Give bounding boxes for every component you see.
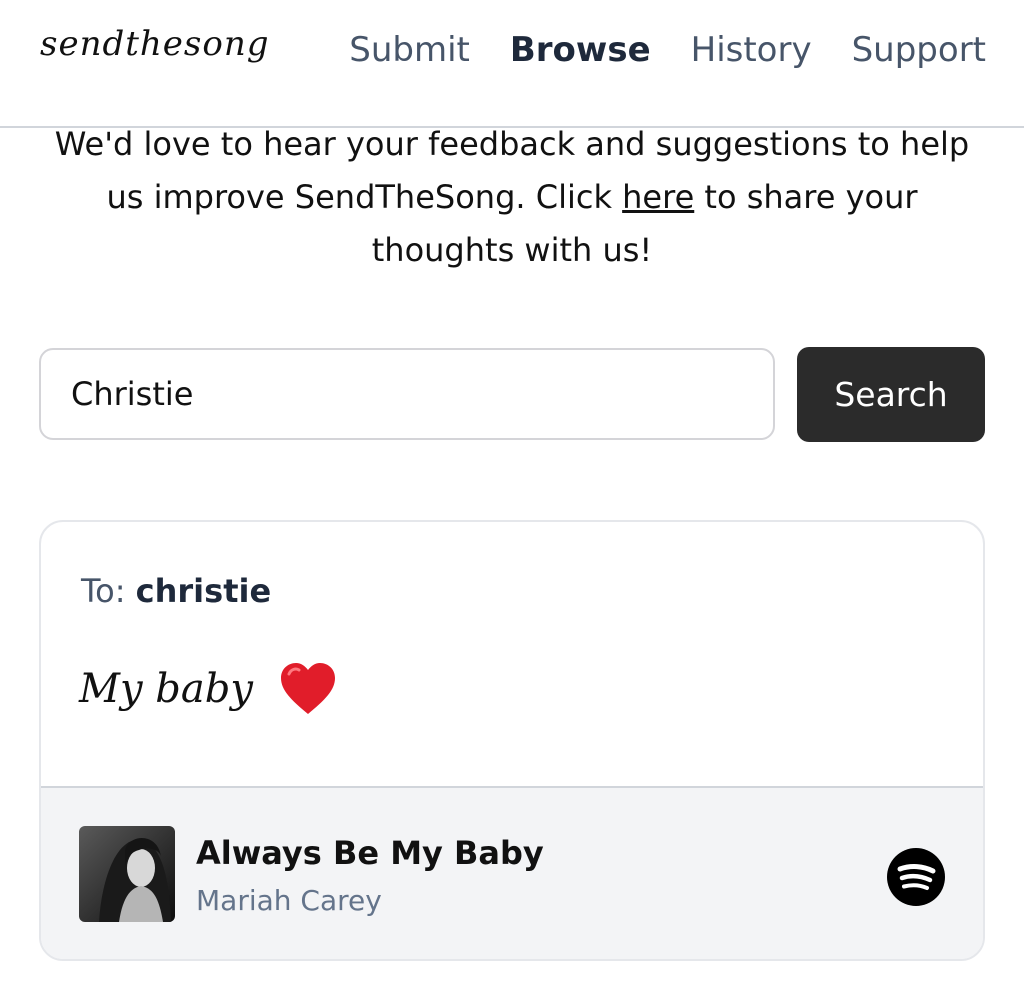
song-artist: Mariah Carey [196,884,382,917]
site-header: sendthesong Submit Browse History Suppor… [0,0,1024,128]
message-text: My baby [79,666,253,712]
search-button[interactable]: Search [797,347,985,442]
spotify-icon[interactable] [887,848,945,906]
song-row[interactable]: Always Be My Baby Mariah Carey [41,786,983,959]
message: My baby [79,662,337,716]
main-nav: Submit Browse History Support [349,30,986,70]
recipient-name: christie [135,572,272,610]
red-heart-icon [280,663,335,714]
nav-submit[interactable]: Submit [349,30,470,70]
logo[interactable]: sendthesong [40,24,270,64]
album-art [79,826,175,922]
recipient-line: To: christie [81,572,271,610]
song-card[interactable]: To: christie My baby Always Be My Baby M… [39,520,985,961]
nav-browse[interactable]: Browse [510,30,651,70]
nav-support[interactable]: Support [852,30,986,70]
feedback-link[interactable]: here [622,178,694,216]
to-label: To: [81,572,126,610]
nav-history[interactable]: History [691,30,812,70]
song-title: Always Be My Baby [196,834,544,872]
search-input[interactable] [39,348,775,440]
feedback-message: We'd love to hear your feedback and sugg… [40,118,984,277]
